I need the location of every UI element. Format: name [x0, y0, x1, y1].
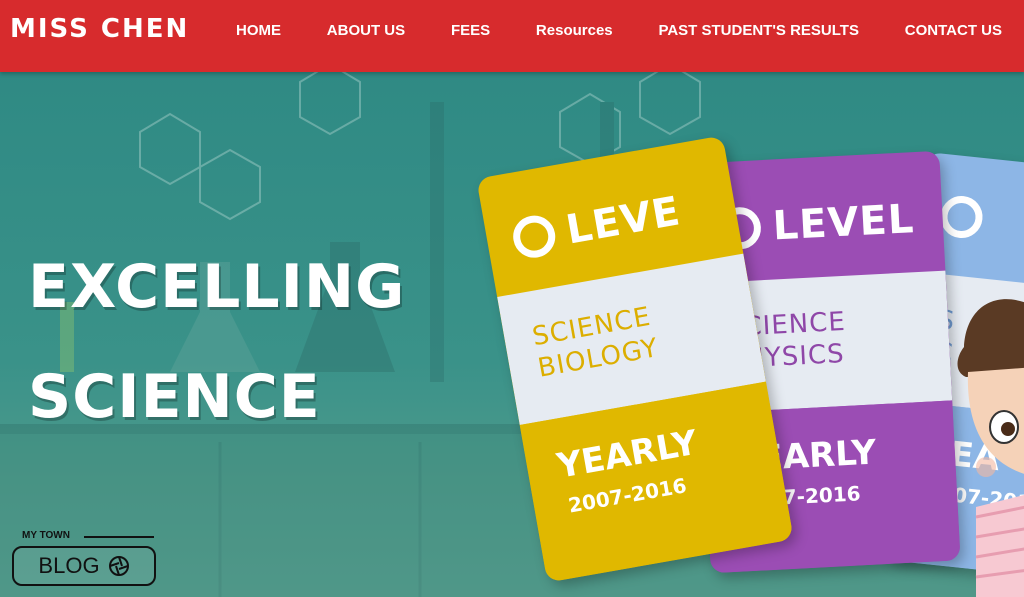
- main-menu: HOME ABOUT US FEES Resources PAST STUDEN…: [236, 22, 1002, 39]
- o-ring-icon: [509, 212, 559, 261]
- cartoon-student-illustration: [957, 299, 1024, 597]
- card-level-text: LEVE: [562, 188, 685, 254]
- hero-headline-line-2: SCIENCE: [28, 362, 321, 432]
- blog-badge-top-label: MY TOWN: [22, 530, 70, 541]
- nav-resources-link[interactable]: Resources: [536, 22, 613, 39]
- hero-headline-line-1: EXCELLING: [28, 252, 406, 322]
- card-level-text: LEVEL: [771, 196, 916, 250]
- hero-banner: EXCELLING SCIENCE S C YEA 2007-201 LEVEL: [0, 72, 1024, 597]
- o-ring-icon: [938, 193, 985, 241]
- camera-shutter-icon: [108, 556, 129, 576]
- nav-contact-us-link[interactable]: CONTACT US: [905, 22, 1002, 39]
- blog-badge-label: BLOG: [38, 553, 100, 578]
- nav-past-results-link[interactable]: PAST STUDENT'S RESULTS: [658, 22, 859, 39]
- brand-logo[interactable]: MISS CHEN: [10, 14, 189, 44]
- blog-badge-box: BLOG: [12, 546, 156, 586]
- nav-home-link[interactable]: HOME: [236, 22, 281, 39]
- my-town-blog-badge[interactable]: MY TOWN BLOG: [12, 530, 156, 586]
- nav-about-us-link[interactable]: ABOUT US: [327, 22, 405, 39]
- blog-badge-divider: [84, 536, 154, 538]
- top-navigation-bar: MISS CHEN HOME ABOUT US FEES Resources P…: [0, 0, 1024, 72]
- nav-fees-link[interactable]: FEES: [451, 22, 490, 39]
